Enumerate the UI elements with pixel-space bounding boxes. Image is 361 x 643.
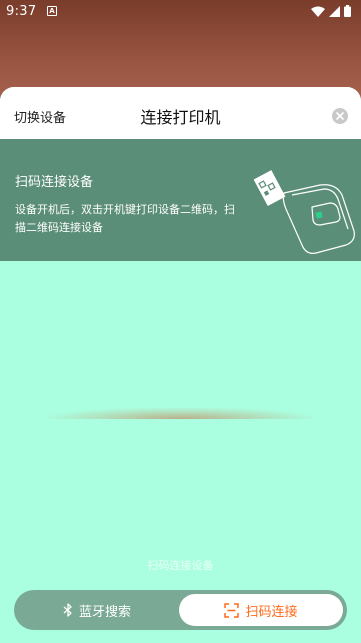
scan-icon: [224, 602, 240, 618]
tab-label: 蓝牙搜索: [78, 604, 131, 620]
status-time: 9:37: [6, 4, 37, 19]
page-title: 连接打印机: [140, 108, 221, 127]
notification-icon: A: [47, 6, 57, 16]
close-icon: [336, 112, 344, 120]
connect-mode-tabs: 蓝牙搜索 扫码连接: [14, 590, 347, 630]
instruction-banner: 扫码连接设备 设备开机后，双击开机键打印设备二维码，扫描二维码连接设备: [0, 139, 361, 261]
signal-icon: [329, 5, 340, 17]
status-bar: 9:37 A: [0, 0, 361, 24]
banner-description: 设备开机后，双击开机键打印设备二维码，扫描二维码连接设备: [15, 203, 235, 234]
close-button[interactable]: [332, 108, 348, 124]
scan-line: [48, 405, 313, 419]
sheet-header: 切换设备 连接打印机: [0, 87, 361, 139]
banner-title: 扫码连接设备: [15, 175, 94, 190]
tab-scan-connect[interactable]: 扫码连接: [179, 594, 343, 626]
status-icons: [311, 5, 351, 17]
scan-hint: 扫码连接设备: [147, 559, 214, 572]
wifi-icon: [311, 6, 325, 17]
printer-illustration: [253, 170, 355, 254]
tab-bluetooth-search[interactable]: 蓝牙搜索: [18, 594, 176, 626]
connect-printer-sheet: 切换设备 连接打印机 扫码连接设备 设备开机后，双击开机键打印设备二维码，扫描二…: [0, 87, 361, 643]
battery-icon: [344, 5, 351, 17]
tab-label: 扫码连接: [245, 604, 298, 620]
bluetooth-icon: [63, 603, 72, 617]
